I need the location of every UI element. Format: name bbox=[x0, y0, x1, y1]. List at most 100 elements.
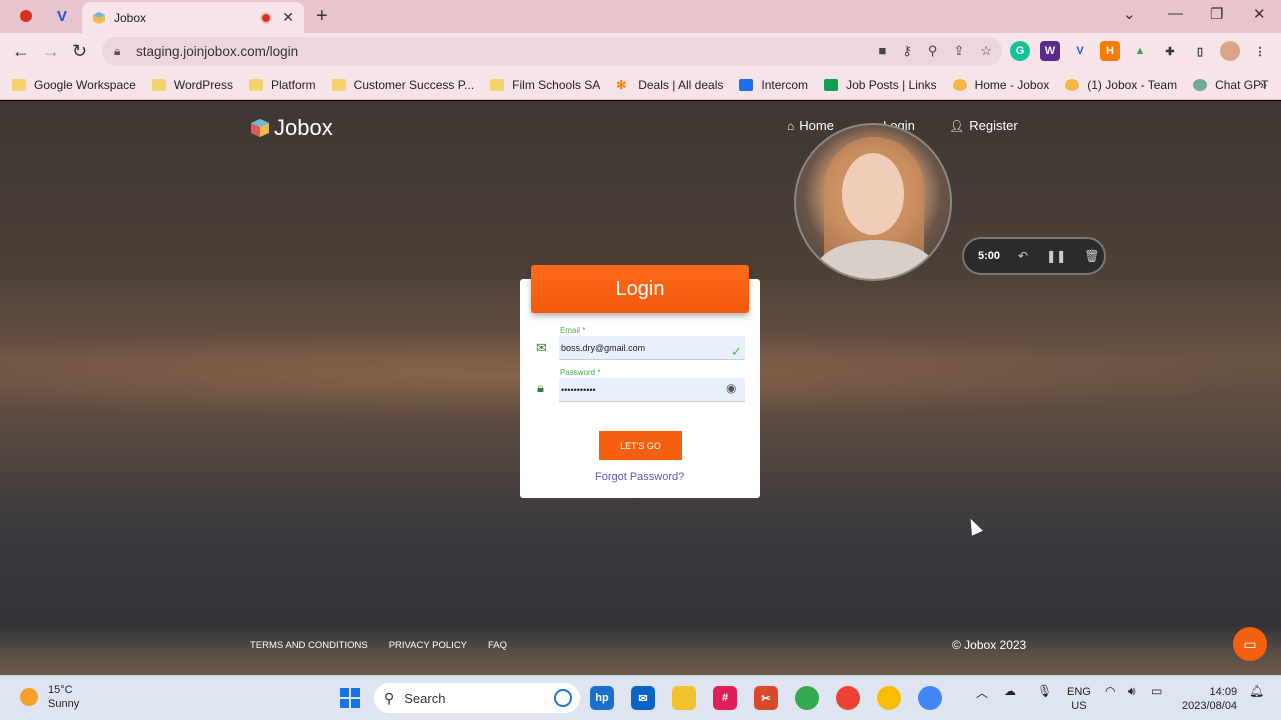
bookmark-item[interactable]: WordPress bbox=[151, 78, 233, 92]
search-icon: ⚲ bbox=[384, 689, 395, 706]
pinned-tab-v[interactable]: V bbox=[46, 4, 78, 28]
folder-icon bbox=[12, 78, 26, 91]
bookmark-item[interactable]: Google Workspace bbox=[12, 78, 136, 92]
tab-close-icon[interactable]: ✕ bbox=[282, 9, 294, 26]
minimize-button[interactable]: — bbox=[1168, 5, 1183, 22]
trash-icon[interactable]: 🗑︎ bbox=[1084, 249, 1099, 263]
forgot-password-link[interactable]: Forgot Password? bbox=[595, 471, 684, 483]
notifications-icon[interactable]: 🔔︎ bbox=[1249, 684, 1264, 698]
undo-icon[interactable]: ↶ bbox=[1018, 249, 1028, 263]
jobox-logo[interactable]: Jobox bbox=[250, 115, 333, 141]
clock[interactable]: 14:09 2023/08/04 bbox=[1182, 685, 1237, 713]
taskbar-search[interactable]: ⚲ Search bbox=[374, 683, 580, 713]
search-label: Search bbox=[404, 690, 446, 706]
add-user-icon: 👤︎ bbox=[949, 118, 965, 133]
folder-icon bbox=[248, 78, 263, 91]
v-extension-icon[interactable]: V bbox=[1070, 41, 1090, 61]
chat-launcher-button[interactable]: ▭ bbox=[1233, 627, 1267, 661]
privacy-link[interactable]: PRIVACY POLICY bbox=[389, 640, 467, 651]
intercom-icon bbox=[739, 78, 754, 91]
pinned-tab-recording[interactable] bbox=[10, 4, 42, 28]
restore-button[interactable]: ❐ bbox=[1210, 5, 1223, 23]
tab-search-icon[interactable]: ⌄ bbox=[1123, 5, 1136, 23]
bookmark-item[interactable]: Customer Success P... bbox=[331, 78, 474, 92]
chrome-second-icon[interactable] bbox=[918, 686, 942, 710]
bookmark-item[interactable]: Home - Jobox bbox=[952, 78, 1049, 92]
bookmark-item[interactable]: Job Posts | Links bbox=[824, 78, 937, 92]
zoom-icon[interactable]: ⚲ bbox=[928, 43, 938, 59]
language-indicator[interactable]: ENG US bbox=[1067, 685, 1091, 713]
menu-icon[interactable]: ⋮ bbox=[1250, 41, 1270, 61]
close-window-button[interactable]: ✕ bbox=[1253, 5, 1266, 23]
bookmarks-overflow-icon[interactable]: » bbox=[1260, 77, 1267, 92]
email-icon: ✉ bbox=[536, 340, 547, 355]
page-background: Jobox ⌂Home ➜Login 👤︎Register 5:00 ↶ ❚❚ … bbox=[0, 101, 1281, 675]
email-label: Email * bbox=[560, 326, 586, 335]
w-extension-icon[interactable]: W bbox=[1040, 41, 1060, 61]
eye-off-icon[interactable]: ◉ bbox=[726, 381, 736, 395]
footer-links: TERMS AND CONDITIONS PRIVACY POLICY FAQ bbox=[250, 640, 507, 651]
password-label: Password * bbox=[560, 368, 601, 377]
bookmark-star-icon[interactable]: ☆ bbox=[980, 43, 992, 59]
forward-button[interactable]: → bbox=[42, 41, 60, 62]
faq-link[interactable]: FAQ bbox=[488, 640, 507, 651]
extensions-area: G W V H ▲ ✚ ▯ ⋮ bbox=[1010, 41, 1270, 61]
terms-link[interactable]: TERMS AND CONDITIONS bbox=[250, 640, 368, 651]
jobox-cube-icon bbox=[251, 119, 269, 137]
tab-jobox[interactable]: Jobox ✕ bbox=[82, 2, 304, 33]
file-explorer-icon[interactable] bbox=[672, 686, 696, 710]
new-tab-button[interactable]: + bbox=[316, 5, 328, 28]
bookmark-item[interactable]: (1) Jobox - Team bbox=[1065, 78, 1177, 92]
chatgpt-icon bbox=[1193, 78, 1208, 91]
jobox-icon bbox=[1065, 78, 1080, 91]
camera-icon[interactable]: ■ bbox=[879, 43, 887, 59]
drive-extension-icon[interactable]: ▲ bbox=[1130, 41, 1150, 61]
reload-button[interactable]: ↻ bbox=[72, 41, 87, 62]
weather-widget[interactable]: 15°C Sunny bbox=[20, 683, 79, 711]
share-icon[interactable]: ⇪ bbox=[953, 43, 964, 59]
extensions-puzzle-icon[interactable]: ✚ bbox=[1160, 41, 1180, 61]
bing-icon bbox=[554, 689, 572, 707]
city-skyline bbox=[0, 625, 1281, 675]
hubspot-extension-icon[interactable]: H bbox=[1100, 41, 1120, 61]
tray-overflow-icon[interactable]: ︿ bbox=[976, 684, 988, 701]
check-icon: ✓ bbox=[731, 344, 742, 359]
bookmark-item[interactable]: Chat GPT bbox=[1193, 78, 1268, 92]
address-bar[interactable]: 🔒︎ staging.joinjobox.com/login ■ ⚷ ⚲ ⇪ ☆ bbox=[102, 37, 1002, 66]
folder-icon bbox=[331, 78, 346, 91]
pause-icon[interactable]: ❚❚ bbox=[1046, 249, 1066, 263]
snip-tool-icon[interactable]: ✂ bbox=[754, 686, 778, 710]
onedrive-icon[interactable]: ☁ bbox=[1004, 684, 1016, 698]
battery-icon[interactable]: ▭ bbox=[1151, 684, 1162, 698]
slack-icon[interactable]: # bbox=[713, 686, 737, 710]
lock-icon: 🔒︎ bbox=[537, 380, 544, 395]
bookmark-item[interactable]: Intercom bbox=[739, 78, 808, 92]
side-panel-icon[interactable]: ▯ bbox=[1190, 41, 1210, 61]
myhp-icon[interactable]: hp bbox=[590, 686, 614, 710]
chrome-active-icon[interactable] bbox=[877, 686, 901, 710]
password-field[interactable]: ••••••••••• bbox=[559, 378, 745, 402]
lock-icon: 🔒︎ bbox=[114, 44, 121, 58]
wifi-icon[interactable]: ◠ bbox=[1105, 684, 1115, 698]
copyright: © Jobox 2023 bbox=[952, 638, 1027, 652]
key-icon[interactable]: ⚷ bbox=[902, 43, 912, 59]
grammarly-icon[interactable]: G bbox=[1010, 41, 1030, 61]
bookmark-item[interactable]: ✻ Deals | All deals bbox=[616, 78, 723, 92]
chrome-icon[interactable] bbox=[795, 686, 819, 710]
start-button[interactable] bbox=[340, 688, 360, 708]
webcam-bubble[interactable] bbox=[794, 123, 952, 281]
bookmark-item[interactable]: Platform bbox=[248, 78, 316, 92]
microphone-icon[interactable]: 🎙︎ bbox=[1037, 684, 1052, 698]
volume-icon[interactable]: 🔊︎ bbox=[1128, 684, 1136, 699]
tab-strip: V Jobox ✕ + ⌄ — ❐ ✕ bbox=[0, 0, 1281, 33]
nav-home[interactable]: ⌂ Home bbox=[787, 118, 834, 133]
profile-avatar[interactable] bbox=[1220, 41, 1240, 61]
nav-register[interactable]: 👤︎ Register bbox=[949, 118, 1018, 133]
weather-desc: Sunny bbox=[48, 698, 80, 710]
back-button[interactable]: ← bbox=[12, 41, 30, 62]
email-field[interactable]: boss.dry@gmail.com bbox=[559, 336, 745, 360]
chrome-profile-icon[interactable] bbox=[836, 686, 860, 710]
lets-go-button[interactable]: LET'S GO bbox=[599, 431, 682, 460]
mail-icon[interactable]: ✉ bbox=[631, 686, 655, 710]
bookmark-item[interactable]: Film Schools SA bbox=[490, 78, 600, 92]
